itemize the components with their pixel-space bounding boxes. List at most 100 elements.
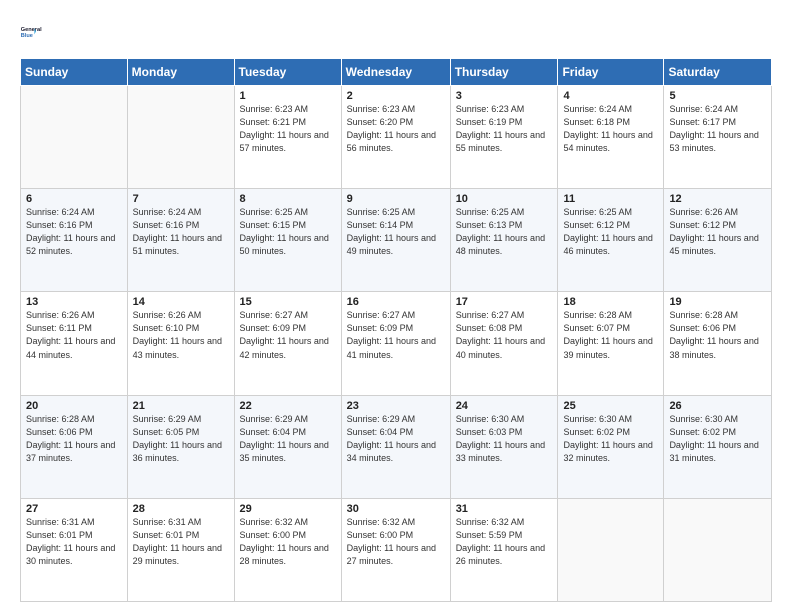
col-header-wednesday: Wednesday — [341, 59, 450, 86]
calendar-cell: 18Sunrise: 6:28 AMSunset: 6:07 PMDayligh… — [558, 292, 664, 395]
day-number: 31 — [456, 503, 553, 515]
day-info: Sunrise: 6:29 AMSunset: 6:05 PMDaylight:… — [133, 413, 229, 465]
calendar-cell: 21Sunrise: 6:29 AMSunset: 6:05 PMDayligh… — [127, 395, 234, 498]
day-info: Sunrise: 6:32 AMSunset: 6:00 PMDaylight:… — [347, 516, 445, 568]
calendar-cell: 25Sunrise: 6:30 AMSunset: 6:02 PMDayligh… — [558, 395, 664, 498]
calendar-cell: 14Sunrise: 6:26 AMSunset: 6:10 PMDayligh… — [127, 292, 234, 395]
calendar-cell: 4Sunrise: 6:24 AMSunset: 6:18 PMDaylight… — [558, 86, 664, 189]
calendar-cell — [127, 86, 234, 189]
day-info: Sunrise: 6:32 AMSunset: 5:59 PMDaylight:… — [456, 516, 553, 568]
day-number: 12 — [669, 193, 766, 205]
calendar-cell: 6Sunrise: 6:24 AMSunset: 6:16 PMDaylight… — [21, 189, 128, 292]
day-info: Sunrise: 6:25 AMSunset: 6:13 PMDaylight:… — [456, 206, 553, 258]
calendar-cell: 17Sunrise: 6:27 AMSunset: 6:08 PMDayligh… — [450, 292, 558, 395]
day-number: 14 — [133, 296, 229, 308]
day-info: Sunrise: 6:24 AMSunset: 6:16 PMDaylight:… — [133, 206, 229, 258]
day-number: 27 — [26, 503, 122, 515]
day-number: 9 — [347, 193, 445, 205]
day-number: 10 — [456, 193, 553, 205]
col-header-sunday: Sunday — [21, 59, 128, 86]
col-header-friday: Friday — [558, 59, 664, 86]
calendar-cell: 31Sunrise: 6:32 AMSunset: 5:59 PMDayligh… — [450, 498, 558, 601]
calendar-cell: 13Sunrise: 6:26 AMSunset: 6:11 PMDayligh… — [21, 292, 128, 395]
logo-icon: General Blue — [20, 16, 52, 48]
calendar-cell — [664, 498, 772, 601]
day-number: 11 — [563, 193, 658, 205]
calendar-cell: 19Sunrise: 6:28 AMSunset: 6:06 PMDayligh… — [664, 292, 772, 395]
calendar-week-row: 27Sunrise: 6:31 AMSunset: 6:01 PMDayligh… — [21, 498, 772, 601]
day-info: Sunrise: 6:32 AMSunset: 6:00 PMDaylight:… — [240, 516, 336, 568]
day-number: 3 — [456, 90, 553, 102]
calendar-cell: 12Sunrise: 6:26 AMSunset: 6:12 PMDayligh… — [664, 189, 772, 292]
day-info: Sunrise: 6:25 AMSunset: 6:14 PMDaylight:… — [347, 206, 445, 258]
calendar-cell: 30Sunrise: 6:32 AMSunset: 6:00 PMDayligh… — [341, 498, 450, 601]
day-info: Sunrise: 6:30 AMSunset: 6:03 PMDaylight:… — [456, 413, 553, 465]
calendar-cell: 16Sunrise: 6:27 AMSunset: 6:09 PMDayligh… — [341, 292, 450, 395]
calendar-cell: 8Sunrise: 6:25 AMSunset: 6:15 PMDaylight… — [234, 189, 341, 292]
calendar-week-row: 6Sunrise: 6:24 AMSunset: 6:16 PMDaylight… — [21, 189, 772, 292]
calendar-cell: 5Sunrise: 6:24 AMSunset: 6:17 PMDaylight… — [664, 86, 772, 189]
day-info: Sunrise: 6:30 AMSunset: 6:02 PMDaylight:… — [563, 413, 658, 465]
day-info: Sunrise: 6:27 AMSunset: 6:09 PMDaylight:… — [240, 309, 336, 361]
day-info: Sunrise: 6:29 AMSunset: 6:04 PMDaylight:… — [347, 413, 445, 465]
calendar-cell: 20Sunrise: 6:28 AMSunset: 6:06 PMDayligh… — [21, 395, 128, 498]
calendar-cell: 2Sunrise: 6:23 AMSunset: 6:20 PMDaylight… — [341, 86, 450, 189]
day-number: 24 — [456, 400, 553, 412]
calendar-cell: 1Sunrise: 6:23 AMSunset: 6:21 PMDaylight… — [234, 86, 341, 189]
day-number: 5 — [669, 90, 766, 102]
calendar-table: SundayMondayTuesdayWednesdayThursdayFrid… — [20, 58, 772, 602]
calendar-cell: 10Sunrise: 6:25 AMSunset: 6:13 PMDayligh… — [450, 189, 558, 292]
day-number: 13 — [26, 296, 122, 308]
day-info: Sunrise: 6:27 AMSunset: 6:08 PMDaylight:… — [456, 309, 553, 361]
calendar-cell: 3Sunrise: 6:23 AMSunset: 6:19 PMDaylight… — [450, 86, 558, 189]
day-number: 28 — [133, 503, 229, 515]
col-header-saturday: Saturday — [664, 59, 772, 86]
calendar-cell: 23Sunrise: 6:29 AMSunset: 6:04 PMDayligh… — [341, 395, 450, 498]
logo: General Blue — [20, 16, 52, 48]
day-number: 25 — [563, 400, 658, 412]
day-info: Sunrise: 6:24 AMSunset: 6:18 PMDaylight:… — [563, 103, 658, 155]
svg-text:Blue: Blue — [21, 33, 33, 39]
day-info: Sunrise: 6:28 AMSunset: 6:06 PMDaylight:… — [26, 413, 122, 465]
day-number: 22 — [240, 400, 336, 412]
day-number: 29 — [240, 503, 336, 515]
day-number: 15 — [240, 296, 336, 308]
calendar-cell — [21, 86, 128, 189]
col-header-monday: Monday — [127, 59, 234, 86]
day-info: Sunrise: 6:27 AMSunset: 6:09 PMDaylight:… — [347, 309, 445, 361]
svg-text:General: General — [21, 27, 42, 33]
day-info: Sunrise: 6:28 AMSunset: 6:07 PMDaylight:… — [563, 309, 658, 361]
day-info: Sunrise: 6:29 AMSunset: 6:04 PMDaylight:… — [240, 413, 336, 465]
calendar-cell: 29Sunrise: 6:32 AMSunset: 6:00 PMDayligh… — [234, 498, 341, 601]
calendar-week-row: 1Sunrise: 6:23 AMSunset: 6:21 PMDaylight… — [21, 86, 772, 189]
day-info: Sunrise: 6:28 AMSunset: 6:06 PMDaylight:… — [669, 309, 766, 361]
day-number: 20 — [26, 400, 122, 412]
day-number: 4 — [563, 90, 658, 102]
calendar-week-row: 20Sunrise: 6:28 AMSunset: 6:06 PMDayligh… — [21, 395, 772, 498]
calendar-cell: 24Sunrise: 6:30 AMSunset: 6:03 PMDayligh… — [450, 395, 558, 498]
calendar-cell: 7Sunrise: 6:24 AMSunset: 6:16 PMDaylight… — [127, 189, 234, 292]
day-info: Sunrise: 6:31 AMSunset: 6:01 PMDaylight:… — [26, 516, 122, 568]
day-info: Sunrise: 6:23 AMSunset: 6:19 PMDaylight:… — [456, 103, 553, 155]
calendar-cell: 27Sunrise: 6:31 AMSunset: 6:01 PMDayligh… — [21, 498, 128, 601]
day-number: 1 — [240, 90, 336, 102]
calendar-cell: 26Sunrise: 6:30 AMSunset: 6:02 PMDayligh… — [664, 395, 772, 498]
calendar-cell: 28Sunrise: 6:31 AMSunset: 6:01 PMDayligh… — [127, 498, 234, 601]
calendar-cell: 15Sunrise: 6:27 AMSunset: 6:09 PMDayligh… — [234, 292, 341, 395]
calendar-week-row: 13Sunrise: 6:26 AMSunset: 6:11 PMDayligh… — [21, 292, 772, 395]
day-info: Sunrise: 6:30 AMSunset: 6:02 PMDaylight:… — [669, 413, 766, 465]
day-info: Sunrise: 6:26 AMSunset: 6:11 PMDaylight:… — [26, 309, 122, 361]
col-header-tuesday: Tuesday — [234, 59, 341, 86]
day-number: 21 — [133, 400, 229, 412]
day-info: Sunrise: 6:24 AMSunset: 6:16 PMDaylight:… — [26, 206, 122, 258]
day-number: 7 — [133, 193, 229, 205]
col-header-thursday: Thursday — [450, 59, 558, 86]
day-number: 23 — [347, 400, 445, 412]
day-number: 18 — [563, 296, 658, 308]
day-info: Sunrise: 6:26 AMSunset: 6:12 PMDaylight:… — [669, 206, 766, 258]
calendar-cell — [558, 498, 664, 601]
page-header: General Blue — [20, 16, 772, 48]
day-number: 16 — [347, 296, 445, 308]
day-info: Sunrise: 6:23 AMSunset: 6:20 PMDaylight:… — [347, 103, 445, 155]
day-number: 2 — [347, 90, 445, 102]
